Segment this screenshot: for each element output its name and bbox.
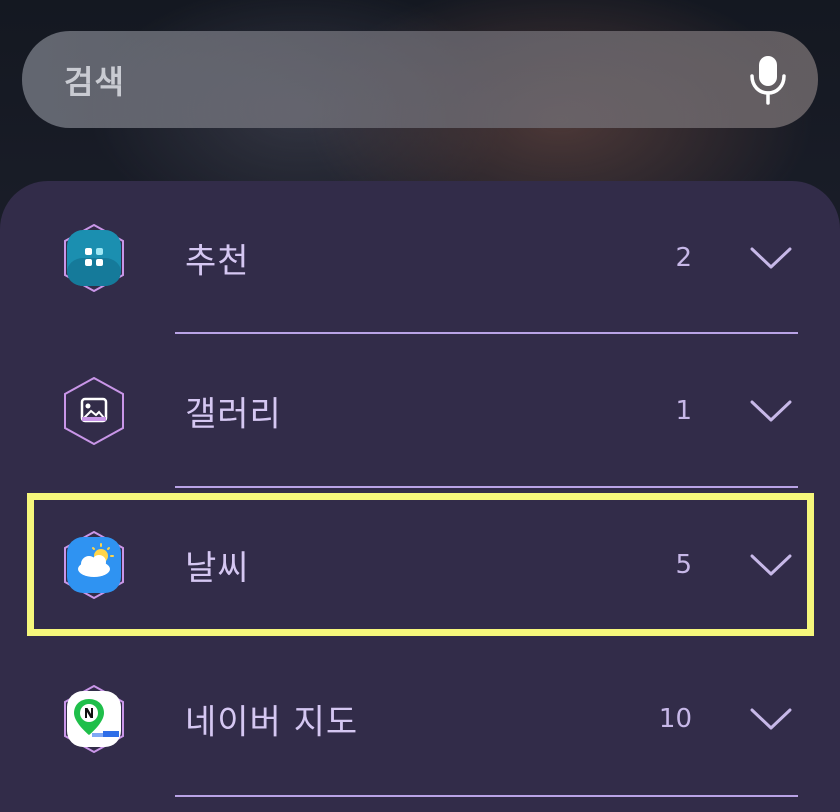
item-label: 갤러리: [185, 394, 282, 435]
naver-map-icon: [64, 685, 124, 753]
search-placeholder: 검색: [64, 62, 125, 101]
search-bar[interactable]: 검색: [22, 31, 818, 128]
microphone-icon: [750, 55, 786, 105]
item-label: 네이버 지도: [185, 702, 359, 743]
item-label: 추천: [185, 241, 250, 282]
list-item-naver-map[interactable]: 네이버 지도 10: [0, 642, 840, 796]
item-count: 10: [658, 704, 692, 734]
list-item-gallery[interactable]: 갤러리 1: [0, 334, 840, 488]
chevron-down-icon[interactable]: [750, 707, 792, 731]
list-item-recommend[interactable]: 추천 2: [0, 181, 840, 335]
item-count: 1: [675, 396, 692, 426]
item-count: 2: [675, 243, 692, 273]
recommend-icon: [64, 224, 124, 292]
gallery-icon: [64, 377, 124, 445]
chevron-down-icon[interactable]: [750, 246, 792, 270]
selection-highlight: [27, 493, 814, 636]
divider: [175, 795, 798, 797]
microphone-button[interactable]: [746, 52, 790, 108]
chevron-down-icon[interactable]: [750, 399, 792, 423]
